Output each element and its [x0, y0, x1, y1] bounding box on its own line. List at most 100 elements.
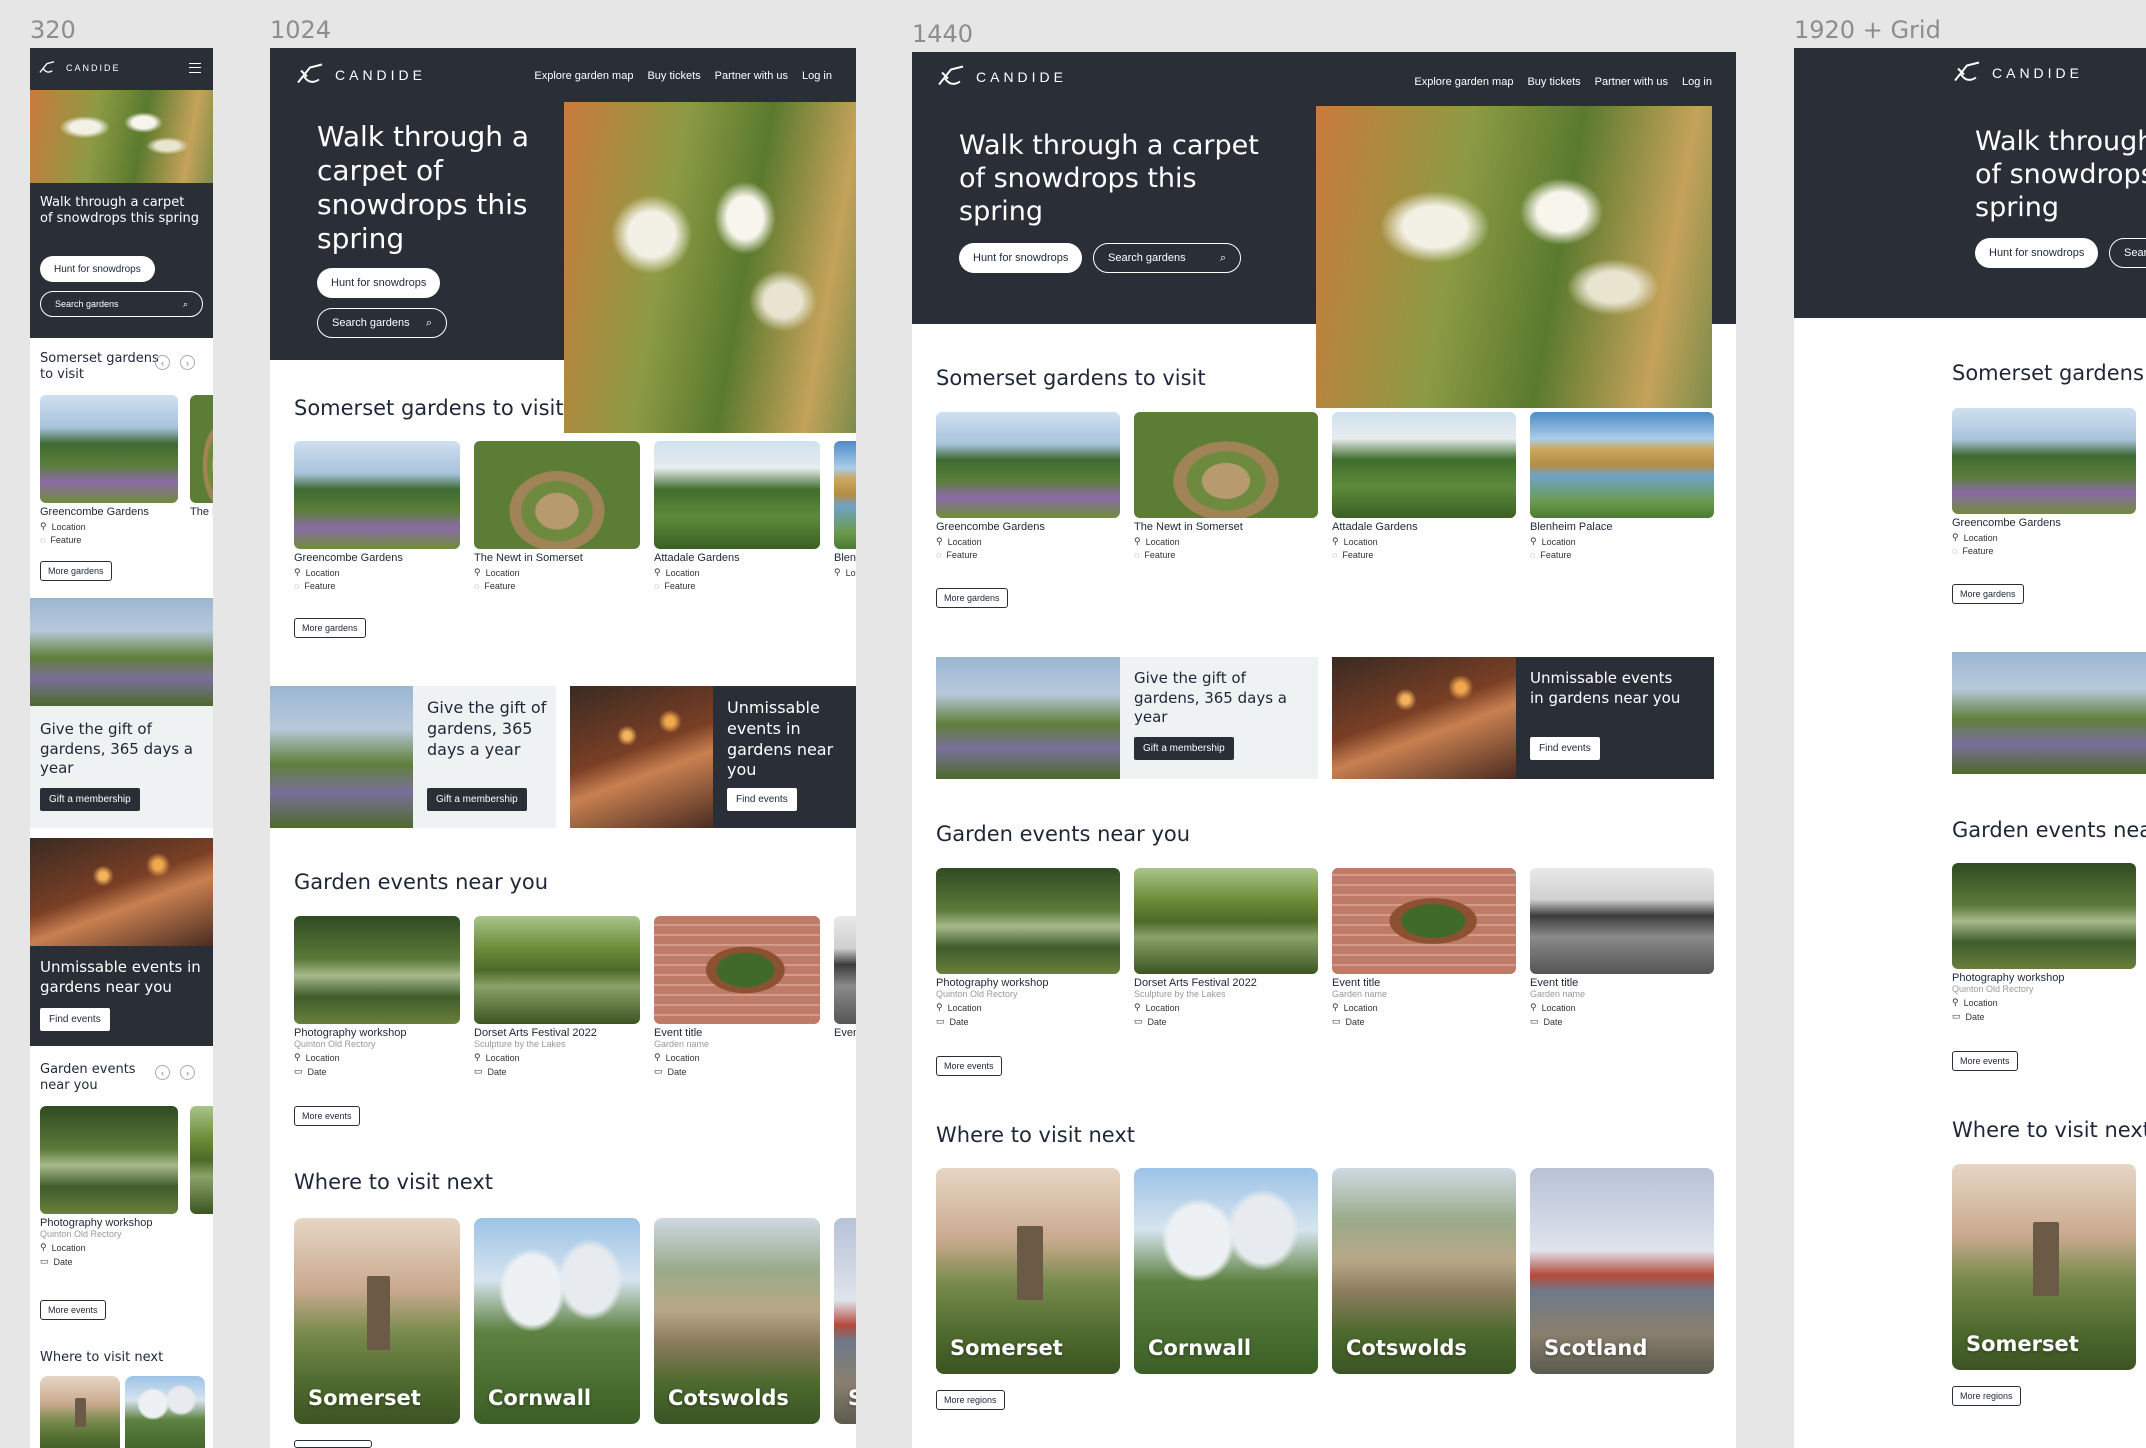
garden-card[interactable]: Blenheim Palace ⚲Location: [834, 441, 856, 578]
hunt-snowdrops-button[interactable]: Hunt for snowdrops: [1975, 238, 2099, 268]
gardens-heading: Somerset gardens to visit: [294, 396, 564, 420]
events-image: [30, 838, 213, 946]
hunt-snowdrops-button[interactable]: Hunt for snowdrops: [317, 268, 441, 298]
more-events-button[interactable]: More events: [294, 1106, 360, 1126]
events-heading: Garden events near you: [1952, 818, 2146, 842]
pin-icon: ⚲: [1530, 536, 1537, 546]
event-card[interactable]: Event title Garden name ⚲ Location ▭ Date: [654, 916, 820, 1077]
region-card[interactable]: Cotswolds: [654, 1218, 820, 1424]
event-card[interactable]: Event title Garden name ⚲ Location ▭ Date: [1530, 868, 1714, 1027]
gift-membership-button[interactable]: Gift a membership: [427, 788, 527, 811]
bee-logo-icon: [297, 63, 323, 84]
gardens-heading: Somerset gardens to visit: [936, 366, 1206, 390]
region-card[interactable]: Cotswolds: [1332, 1168, 1516, 1374]
garden-card[interactable]: The Newt in Somerset ⚲ Location ◌ Feature: [474, 441, 640, 591]
events-promo: Unmissable events in gardens near you Fi…: [30, 838, 213, 1046]
prev-arrow-icon[interactable]: ‹: [155, 355, 170, 370]
garden-card[interactable]: Greencombe Gardens ⚲ Location ◌ Feature: [40, 395, 178, 545]
event-card[interactable]: Photography workshop Quinton Old Rectory…: [1952, 863, 2136, 1022]
gift-membership-button[interactable]: Gift a membership: [1134, 737, 1234, 760]
frame-label-320: 320: [30, 16, 76, 44]
garden-card[interactable]: Attadale Gardens ⚲ Location ◌ Feature: [1332, 412, 1516, 560]
logo[interactable]: CANDIDE: [1952, 58, 2083, 88]
regions-heading: Where to visit next: [936, 1123, 1135, 1147]
nav-tickets[interactable]: Buy tickets: [1527, 76, 1580, 88]
more-gardens-button[interactable]: More gardens: [294, 618, 366, 638]
hunt-snowdrops-button[interactable]: Hunt for snowdrops: [959, 243, 1083, 273]
garden-card[interactable]: Greencombe Gardens ⚲ Location ◌ Feature: [936, 412, 1120, 560]
logo[interactable]: CANDIDE: [38, 60, 121, 76]
region-card[interactable]: [40, 1376, 120, 1448]
tag-icon: ◌: [474, 581, 480, 591]
garden-card[interactable]: The Newt in Somerset ⚲ Location ◌ Feature: [1134, 412, 1318, 560]
pin-icon: ⚲: [474, 567, 481, 577]
more-regions-button[interactable]: More regions: [1952, 1386, 2021, 1406]
garden-card[interactable]: Greencombe Gardens ⚲ Location ◌ Feature: [1952, 408, 2136, 556]
more-events-button[interactable]: More events: [1952, 1051, 2018, 1071]
region-card[interactable]: Cornwall: [1134, 1168, 1318, 1374]
more-gardens-button[interactable]: More gardens: [1952, 584, 2024, 604]
main-nav: Explore garden map Buy tickets Partner w…: [534, 70, 832, 82]
garden-card[interactable]: Greencombe Gardens ⚲ Location ◌ Feature: [294, 441, 460, 591]
region-card[interactable]: S: [834, 1218, 856, 1424]
find-events-button[interactable]: Find events: [1530, 737, 1600, 760]
nav-partner[interactable]: Partner with us: [715, 70, 788, 82]
search-input[interactable]: Search gardens⌕: [317, 308, 447, 338]
more-events-button[interactable]: More events: [40, 1300, 106, 1320]
event-card[interactable]: [190, 1106, 213, 1214]
logo[interactable]: CANDIDE: [295, 60, 426, 90]
next-arrow-icon[interactable]: ›: [180, 355, 195, 370]
hunt-snowdrops-button[interactable]: Hunt for snowdrops: [40, 256, 155, 282]
more-gardens-button[interactable]: More gardens: [40, 561, 112, 581]
event-card[interactable]: Photography workshop Quinton Old Rectory…: [936, 868, 1120, 1027]
events-heading: Garden events near you: [294, 870, 549, 894]
event-card[interactable]: Event title: [834, 916, 856, 1039]
region-card[interactable]: [125, 1376, 205, 1448]
pin-icon: ⚲: [654, 1052, 661, 1062]
pin-icon: ⚲: [1134, 536, 1141, 546]
gift-membership-button[interactable]: Gift a membership: [40, 788, 140, 811]
garden-card[interactable]: Blenheim Palace ⚲ Location ◌ Feature: [1530, 412, 1714, 560]
event-card[interactable]: Photography workshop Quinton Old Rectory…: [40, 1106, 178, 1267]
region-card[interactable]: Somerset: [1952, 1164, 2136, 1370]
region-card[interactable]: Cornwall: [474, 1218, 640, 1424]
hero-image: [1316, 106, 1712, 408]
nav-login[interactable]: Log in: [802, 70, 832, 82]
calendar-icon: ▭: [474, 1066, 483, 1076]
search-input[interactable]: Search gardens⌕: [40, 291, 203, 317]
calendar-icon: ▭: [1332, 1016, 1341, 1026]
nav-explore[interactable]: Explore garden map: [1414, 76, 1513, 88]
nav-partner[interactable]: Partner with us: [1595, 76, 1668, 88]
more-events-button[interactable]: More events: [936, 1056, 1002, 1076]
tag-icon: ◌: [1530, 550, 1536, 560]
more-gardens-button[interactable]: More gardens: [936, 588, 1008, 608]
garden-card[interactable]: The Newt in Somerset: [190, 395, 213, 518]
tag-icon: ◌: [1134, 550, 1140, 560]
gift-promo: [1952, 652, 2146, 774]
event-card[interactable]: Dorset Arts Festival 2022 Sculpture by t…: [474, 916, 640, 1077]
event-card[interactable]: Photography workshop Quinton Old Rectory…: [294, 916, 460, 1077]
find-events-button[interactable]: Find events: [727, 788, 797, 811]
nav-login[interactable]: Log in: [1682, 76, 1712, 88]
next-arrow-icon[interactable]: ›: [180, 1065, 195, 1080]
region-card[interactable]: Somerset: [294, 1218, 460, 1424]
event-card[interactable]: Event title Garden name ⚲ Location ▭ Date: [1332, 868, 1516, 1027]
region-card[interactable]: Somerset: [936, 1168, 1120, 1374]
hero-image: [30, 90, 213, 183]
regions-heading: Where to visit next: [1952, 1118, 2146, 1142]
prev-arrow-icon[interactable]: ‹: [155, 1065, 170, 1080]
nav-tickets[interactable]: Buy tickets: [647, 70, 700, 82]
frame-label-1440: 1440: [912, 20, 974, 48]
search-input[interactable]: Search gardens⌕: [2109, 238, 2146, 268]
nav-explore[interactable]: Explore garden map: [534, 70, 633, 82]
menu-icon[interactable]: [189, 63, 201, 73]
events-promo: Unmissable events in gardens near you Fi…: [1332, 657, 1714, 779]
garden-card[interactable]: Attadale Gardens ⚲ Location ◌ Feature: [654, 441, 820, 591]
logo[interactable]: CANDIDE: [936, 62, 1067, 92]
more-regions-button[interactable]: More regions: [936, 1390, 1005, 1410]
event-card[interactable]: Dorset Arts Festival 2022 Sculpture by t…: [1134, 868, 1318, 1027]
region-card[interactable]: Scotland: [1530, 1168, 1714, 1374]
more-regions-button[interactable]: [294, 1440, 372, 1448]
find-events-button[interactable]: Find events: [40, 1008, 110, 1031]
search-input[interactable]: Search gardens⌕: [1093, 243, 1241, 273]
